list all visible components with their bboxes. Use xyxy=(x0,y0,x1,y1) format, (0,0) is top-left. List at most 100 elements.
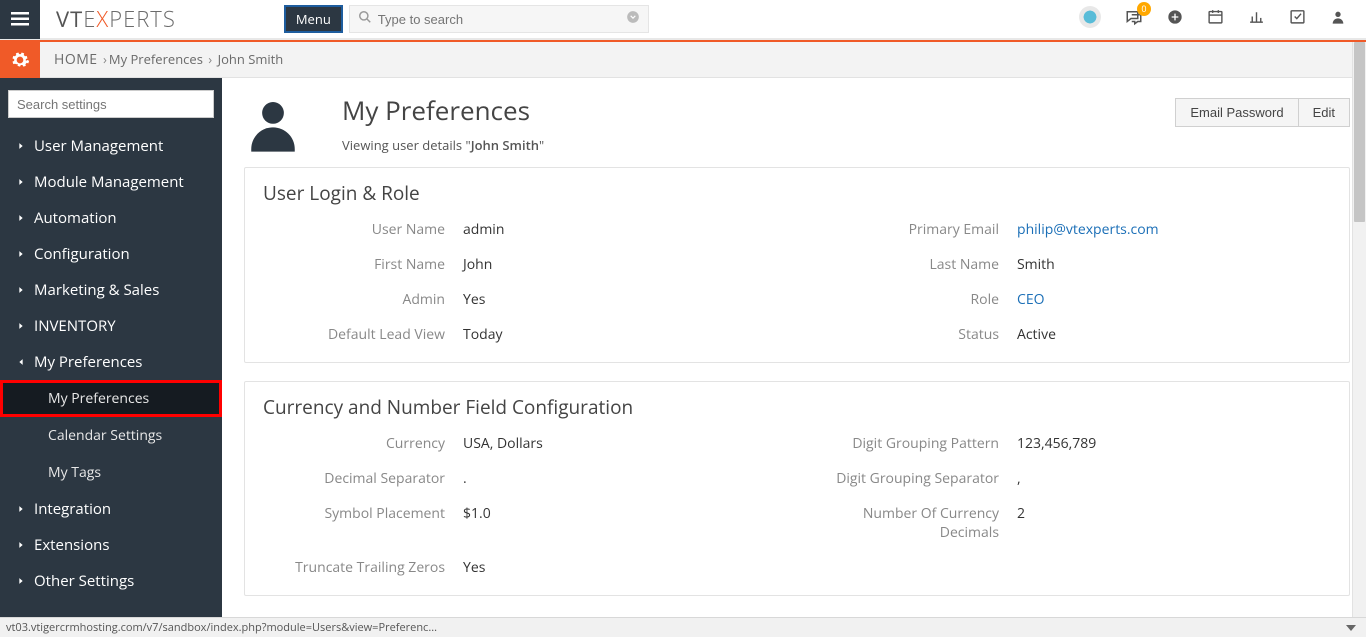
field-digit-grouping-separator: Digit Grouping Separator, xyxy=(817,469,1331,488)
email-password-button[interactable]: Email Password xyxy=(1175,98,1297,127)
field-value: , xyxy=(1017,469,1021,488)
field-default-lead-view: Default Lead ViewToday xyxy=(263,325,777,344)
field-truncate-trailing-zeros: Truncate Trailing ZerosYes xyxy=(263,558,777,577)
chevron-right-icon: › xyxy=(103,50,107,68)
sidebar-item-extensions[interactable]: Extensions xyxy=(0,527,222,563)
sidebar-item-module-management[interactable]: Module Management xyxy=(0,164,222,200)
sidebar-item-marketing-sales[interactable]: Marketing & Sales xyxy=(0,272,222,308)
field-value: admin xyxy=(463,220,504,239)
reports-button[interactable] xyxy=(1248,8,1265,30)
sidebar-item-label: Automation xyxy=(34,208,117,228)
sidebar-item-label: Extensions xyxy=(34,535,109,555)
field-value: Smith xyxy=(1017,255,1055,274)
plus-circle-icon xyxy=(1167,9,1183,25)
add-button[interactable] xyxy=(1167,9,1183,30)
field-value: USA, Dollars xyxy=(463,434,543,453)
chevron-icon xyxy=(16,499,34,519)
checkbox-icon xyxy=(1289,8,1306,25)
breadcrumb-level1[interactable]: My Preferences xyxy=(109,50,203,68)
field-value: . xyxy=(463,469,467,488)
sidebar-subitem-my-tags[interactable]: My Tags xyxy=(0,454,222,491)
field-label: Symbol Placement xyxy=(263,504,463,523)
user-avatar-icon xyxy=(244,96,302,154)
field-first-name: First NameJohn xyxy=(263,255,777,274)
scrollbar-thumb[interactable] xyxy=(1354,42,1365,222)
panel-currency: Currency and Number Field Configuration … xyxy=(244,381,1350,596)
sidebar-item-user-management[interactable]: User Management xyxy=(0,128,222,164)
field-role: RoleCEO xyxy=(817,290,1331,309)
field-number-of-currency-decimals: Number Of Currency Decimals2 xyxy=(817,504,1331,542)
chevron-icon xyxy=(16,535,34,555)
calendar-button[interactable] xyxy=(1207,8,1224,30)
sidebar-item-label: User Management xyxy=(34,136,163,156)
field-value: 2 xyxy=(1017,504,1025,523)
sidebar-item-integration[interactable]: Integration xyxy=(0,491,222,527)
field-admin: AdminYes xyxy=(263,290,777,309)
user-button[interactable] xyxy=(1330,9,1346,30)
dropdown-triangle-icon[interactable] xyxy=(1346,625,1356,631)
field-label: Status xyxy=(817,325,1017,344)
global-search-input[interactable] xyxy=(378,12,626,27)
logo: VTEXPERTS xyxy=(56,4,176,34)
page-title: My Preferences xyxy=(342,92,544,128)
search-settings-input[interactable] xyxy=(8,90,214,118)
field-label: Decimal Separator xyxy=(263,469,463,488)
notification-badge: 0 xyxy=(1137,2,1151,16)
chevron-icon xyxy=(16,208,34,228)
field-last-name: Last NameSmith xyxy=(817,255,1331,274)
sidebar-item-configuration[interactable]: Configuration xyxy=(0,236,222,272)
sidebar-subitem-my-preferences[interactable]: My Preferences xyxy=(0,380,222,417)
chevron-icon xyxy=(16,352,34,372)
settings-gear-button[interactable] xyxy=(0,42,40,78)
chevron-icon xyxy=(16,280,34,300)
hamburger-icon xyxy=(11,12,29,26)
sidebar-item-automation[interactable]: Automation xyxy=(0,200,222,236)
field-digit-grouping-pattern: Digit Grouping Pattern123,456,789 xyxy=(817,434,1331,453)
sidebar-item-my-preferences[interactable]: My Preferences xyxy=(0,344,222,380)
field-label: User Name xyxy=(263,220,463,239)
chevron-icon xyxy=(16,172,34,192)
sidebar-item-label: Module Management xyxy=(34,172,184,192)
field-label: Truncate Trailing Zeros xyxy=(263,558,463,577)
sidebar-subitem-calendar-settings[interactable]: Calendar Settings xyxy=(0,417,222,454)
field-label: Number Of Currency Decimals xyxy=(817,504,1017,542)
chevron-icon xyxy=(16,244,34,264)
chevron-icon xyxy=(16,571,34,591)
tasks-button[interactable] xyxy=(1289,8,1306,30)
scrollbar[interactable] xyxy=(1352,42,1366,617)
sidebar-item-label: INVENTORY xyxy=(34,316,116,336)
chevron-icon xyxy=(16,316,34,336)
field-label: Admin xyxy=(263,290,463,309)
main-content: My Preferences Viewing user details "Joh… xyxy=(222,78,1366,617)
chevron-icon xyxy=(16,136,34,156)
field-label: Primary Email xyxy=(817,220,1017,239)
search-dropdown-icon[interactable] xyxy=(626,10,640,29)
sidebar-item-inventory[interactable]: INVENTORY xyxy=(0,308,222,344)
chevron-right-icon: › xyxy=(208,50,212,68)
breadcrumb-home[interactable]: HOME xyxy=(54,50,98,69)
brand-icon[interactable] xyxy=(1079,6,1101,33)
field-decimal-separator: Decimal Separator. xyxy=(263,469,777,488)
menu-button[interactable]: Menu xyxy=(284,5,343,33)
field-value[interactable]: philip@vtexperts.com xyxy=(1017,220,1159,239)
bar-chart-icon xyxy=(1248,8,1265,25)
global-search[interactable] xyxy=(349,5,649,33)
sidebar-item-other-settings[interactable]: Other Settings xyxy=(0,563,222,599)
search-icon xyxy=(358,10,372,29)
calendar-icon xyxy=(1207,8,1224,25)
sidebar-item-label: Integration xyxy=(34,499,111,519)
panel-title: User Login & Role xyxy=(263,180,1331,206)
edit-button[interactable]: Edit xyxy=(1298,98,1350,127)
hamburger-menu[interactable] xyxy=(0,0,40,39)
field-label: Digit Grouping Pattern xyxy=(817,434,1017,453)
field-value: Active xyxy=(1017,325,1056,344)
field-value: 123,456,789 xyxy=(1017,434,1096,453)
field-value: Today xyxy=(463,325,503,344)
field-label: Default Lead View xyxy=(263,325,463,344)
field-value[interactable]: CEO xyxy=(1017,290,1045,309)
chat-button[interactable]: 0 xyxy=(1125,8,1143,31)
breadcrumb-level2: John Smith xyxy=(218,50,284,68)
field-primary-email: Primary Emailphilip@vtexperts.com xyxy=(817,220,1331,239)
status-bar: vt03.vtigercrmhosting.com/v7/sandbox/ind… xyxy=(0,617,1366,637)
sidebar-item-label: Configuration xyxy=(34,244,130,264)
